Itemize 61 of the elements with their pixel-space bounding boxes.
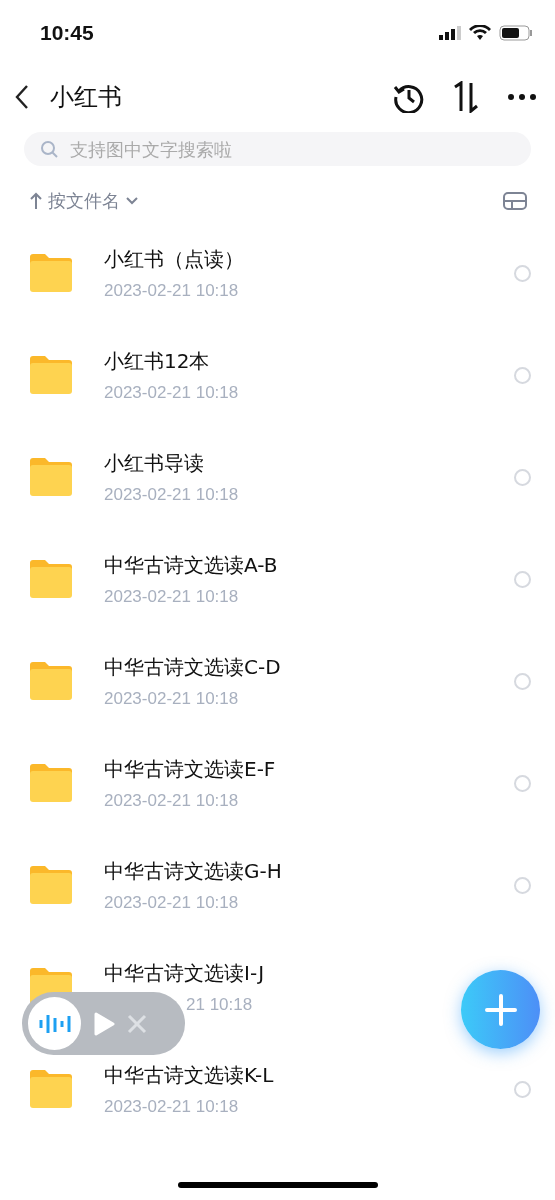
search-field[interactable]: 支持图中文字搜索啦 (24, 132, 531, 166)
status-time: 10:45 (40, 21, 94, 45)
chevron-down-icon (126, 197, 138, 205)
folder-row[interactable]: 中华古诗文选读C-D 2023-02-21 10:18 (0, 630, 555, 732)
folder-name: 小红书（点读） (104, 245, 245, 273)
select-radio[interactable] (514, 264, 531, 282)
close-button[interactable] (127, 1013, 147, 1034)
folder-name: 中华古诗文选读I-J (104, 959, 266, 987)
signal-icon (439, 26, 461, 40)
folder-icon (28, 1069, 74, 1109)
folder-date: 2023-02-21 10:18 (104, 280, 239, 301)
folder-icon (28, 457, 74, 497)
select-radio[interactable] (514, 366, 531, 384)
select-radio[interactable] (514, 1080, 531, 1098)
select-radio[interactable] (514, 876, 531, 894)
folder-name: 中华古诗文选读K-L (104, 1061, 275, 1089)
voice-button[interactable] (28, 997, 81, 1050)
folder-row[interactable]: 中华古诗文选读G-H 2023-02-21 10:18 (0, 834, 555, 936)
search-icon (40, 140, 58, 158)
folder-name: 中华古诗文选读A-B (104, 551, 279, 579)
folder-date: 2023-02-21 10:18 (104, 484, 239, 505)
select-radio[interactable] (514, 468, 531, 486)
folder-date: 2023-02-21 10:18 (104, 892, 239, 913)
folder-name: 中华古诗文选读C-D (104, 653, 282, 681)
add-button[interactable] (461, 970, 540, 1049)
folder-icon (28, 355, 74, 395)
search-input[interactable]: 支持图中文字搜索啦 (68, 137, 515, 161)
select-radio[interactable] (514, 774, 531, 792)
arrow-up-icon (30, 192, 42, 210)
folder-row[interactable]: 小红书12本 2023-02-21 10:18 (0, 324, 555, 426)
select-radio[interactable] (514, 570, 531, 588)
folder-name: 中华古诗文选读E-F (104, 755, 277, 783)
plus-icon (484, 993, 517, 1026)
folder-date: 2023-02-21 10:18 (104, 790, 239, 811)
folder-row[interactable]: 中华古诗文选读K-L 2023-02-21 10:18 (0, 1038, 555, 1140)
battery-icon (499, 25, 533, 41)
sort-dropdown[interactable]: 按文件名 (30, 189, 138, 213)
folder-date: 21 10:18 (186, 994, 253, 1015)
folder-icon (28, 865, 74, 905)
back-button[interactable] (14, 84, 30, 110)
folder-row[interactable]: 中华古诗文选读A-B 2023-02-21 10:18 (0, 528, 555, 630)
page-title: 小红书 (50, 82, 123, 113)
folder-row[interactable]: 中华古诗文选读E-F 2023-02-21 10:18 (0, 732, 555, 834)
folder-name: 小红书12本 (104, 347, 211, 375)
folder-row[interactable]: 小红书导读 2023-02-21 10:18 (0, 426, 555, 528)
folder-icon (28, 763, 74, 803)
folder-icon (28, 559, 74, 599)
view-toggle-button[interactable] (503, 192, 527, 210)
folder-name: 小红书导读 (104, 449, 205, 477)
folder-date: 2023-02-21 10:18 (104, 382, 239, 403)
select-radio[interactable] (514, 672, 531, 690)
folder-icon (28, 253, 74, 293)
folder-date: 2023-02-21 10:18 (104, 586, 239, 607)
folder-date: 2023-02-21 10:18 (104, 1096, 239, 1117)
folder-row[interactable]: 小红书（点读） 2023-02-21 10:18 (0, 222, 555, 324)
play-button[interactable] (93, 1010, 115, 1037)
folder-name: 中华古诗文选读G-H (104, 857, 283, 885)
folder-icon (28, 661, 74, 701)
more-button[interactable] (507, 93, 537, 101)
wifi-icon (469, 25, 491, 41)
folder-date: 2023-02-21 10:18 (104, 688, 239, 709)
